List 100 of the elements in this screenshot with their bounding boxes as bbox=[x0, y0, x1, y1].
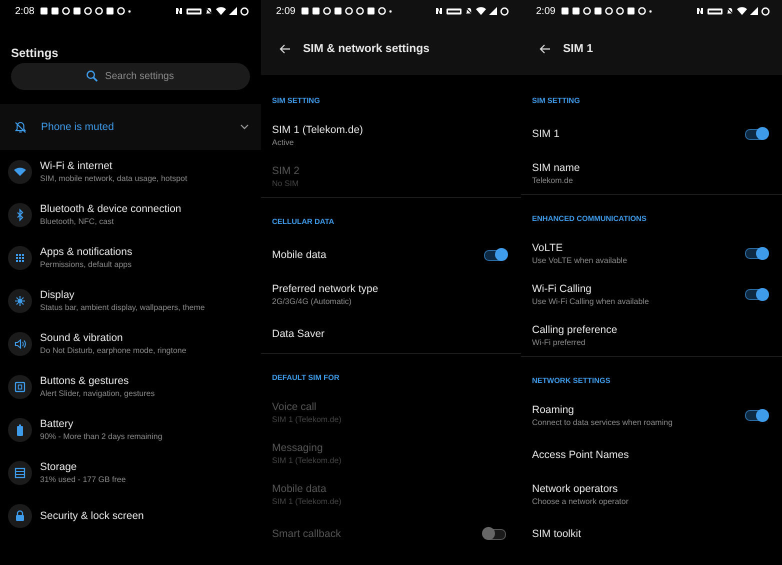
row-title: SIM 2 bbox=[272, 165, 300, 177]
row-title: SIM 1 (Telekom.de) bbox=[272, 124, 364, 136]
badge-icon bbox=[446, 8, 462, 14]
chevron-icon[interactable] bbox=[240, 124, 249, 130]
item-subtitle: Permissions, default apps bbox=[40, 260, 132, 269]
battery-ring-icon bbox=[500, 6, 509, 16]
row-subtitle: Choose a network operator bbox=[532, 497, 628, 506]
settings-row[interactable]: VoLTE Use VoLTE when available bbox=[521, 233, 782, 274]
settings-row[interactable]: Mobile data bbox=[261, 236, 521, 274]
row-subtitle: SIM 1 (Telekom.de) bbox=[272, 497, 342, 506]
wifi-icon bbox=[737, 7, 747, 15]
page-title: SIM 1 bbox=[563, 42, 594, 54]
toggle-switch[interactable] bbox=[745, 410, 767, 421]
row-subtitle: Active bbox=[272, 138, 295, 147]
item-subtitle: Bluetooth, NFC, cast bbox=[40, 217, 115, 226]
search-icon bbox=[86, 70, 98, 82]
settings-item[interactable]: Buttons & gestures Alert Slider, navigation, gestures bbox=[0, 365, 261, 408]
settings-row[interactable]: SIM 1 bbox=[521, 115, 782, 153]
back-icon[interactable] bbox=[539, 44, 551, 54]
nfc-icon bbox=[175, 7, 183, 15]
row-title: SIM 1 bbox=[532, 128, 560, 140]
settings-row[interactable]: Preferred network type 2G/3G/4G (Automatic) bbox=[261, 274, 521, 315]
row-title: Preferred network type bbox=[272, 283, 378, 295]
item-title: Wi-Fi & internet bbox=[40, 160, 114, 172]
page-title: SIM & network settings bbox=[303, 42, 430, 54]
row-title: Network operators bbox=[532, 483, 619, 495]
settings-item[interactable]: Bluetooth & device connection Bluetooth, NFC, cast bbox=[0, 193, 261, 236]
item-title: Display bbox=[40, 289, 76, 301]
settings-item[interactable]: Battery 90% - More than 2 days remaining bbox=[0, 408, 261, 451]
row-subtitle: Use VoLTE when available bbox=[532, 256, 628, 265]
status-time: 2:08 bbox=[15, 6, 34, 16]
item-title: Battery bbox=[40, 418, 74, 430]
item-title: Apps & notifications bbox=[40, 246, 132, 258]
row-title: Wi-Fi Calling bbox=[532, 283, 593, 295]
settings-item[interactable]: Security & lock screen bbox=[0, 494, 261, 537]
row-subtitle: Wi-Fi preferred bbox=[532, 338, 586, 347]
wifi-icon bbox=[216, 7, 226, 15]
dot-icon bbox=[389, 10, 392, 12]
speaker-icon bbox=[8, 332, 32, 356]
row-title: Roaming bbox=[532, 404, 576, 416]
row-title: VoLTE bbox=[532, 242, 564, 254]
item-title: Sound & vibration bbox=[40, 332, 124, 344]
settings-row[interactable]: Access Point Names bbox=[521, 436, 782, 474]
settings-row[interactable]: SIM 1 (Telekom.de) Active bbox=[261, 115, 521, 156]
settings-row[interactable]: Calling preference Wi-Fi preferred bbox=[521, 315, 782, 356]
lock-icon bbox=[8, 504, 32, 528]
settings-row[interactable]: Roaming Connect to data services when roaming bbox=[521, 395, 782, 436]
sun-icon bbox=[8, 288, 32, 312]
bell-off-icon bbox=[205, 7, 213, 15]
badge-icon bbox=[707, 8, 723, 14]
muted-banner[interactable]: Phone is muted bbox=[0, 104, 261, 150]
row-title: Smart callback bbox=[272, 528, 341, 540]
grid-icon bbox=[8, 246, 32, 270]
dot-icon bbox=[128, 10, 132, 12]
search-field[interactable]: Search settings bbox=[11, 63, 250, 90]
row-title: Mobile data bbox=[272, 483, 328, 495]
battery-ring-icon bbox=[240, 6, 249, 16]
wifi-icon bbox=[8, 160, 32, 184]
settings-item[interactable]: Display Status bar, ambient display, wallpapers, theme bbox=[0, 279, 261, 322]
badge-icon bbox=[186, 8, 202, 14]
back-icon[interactable] bbox=[279, 44, 291, 54]
row-title: Messaging bbox=[272, 442, 324, 454]
wifi-icon bbox=[476, 7, 486, 15]
settings-row[interactable]: Wi-Fi Calling Use Wi-Fi Calling when available bbox=[521, 274, 782, 315]
settings-row[interactable]: SIM name Telekom.de bbox=[521, 153, 782, 194]
settings-item[interactable]: Storage 31% used - 177 GB free bbox=[0, 451, 261, 494]
row-title: Calling preference bbox=[532, 324, 618, 336]
toggle-switch[interactable] bbox=[745, 128, 767, 140]
item-title: Storage bbox=[40, 461, 78, 473]
item-title: Buttons & gestures bbox=[40, 375, 130, 387]
settings-row[interactable]: Data Saver bbox=[261, 315, 521, 353]
item-title: Bluetooth & device connection bbox=[40, 203, 182, 215]
row-subtitle: No SIM bbox=[272, 179, 300, 188]
stack-icon bbox=[8, 460, 32, 484]
settings-item[interactable]: Apps & notifications Permissions, default apps bbox=[0, 236, 261, 279]
battery-icon bbox=[8, 418, 32, 442]
settings-item[interactable]: Wi-Fi & internet SIM, mobile network, data usage, hotspot bbox=[0, 150, 261, 193]
toggle-switch[interactable] bbox=[745, 289, 767, 300]
signal-icon bbox=[750, 7, 758, 15]
row-subtitle: Telekom.de bbox=[532, 176, 574, 185]
row-title: Data Saver bbox=[272, 328, 325, 340]
item-title: Security & lock screen bbox=[40, 510, 144, 522]
nfc-icon bbox=[696, 7, 704, 15]
item-subtitle: Do Not Disturb, earphone mode, ringtone bbox=[40, 346, 186, 355]
row-title: Mobile data bbox=[272, 249, 326, 261]
battery-ring-icon bbox=[761, 6, 770, 16]
nfc-icon bbox=[435, 7, 443, 15]
item-subtitle: Status bar, ambient display, wallpapers, theme bbox=[40, 303, 205, 312]
bell-off-icon bbox=[14, 120, 27, 134]
item-subtitle: 90% - More than 2 days remaining bbox=[40, 432, 162, 441]
toggle-switch[interactable] bbox=[484, 250, 506, 260]
settings-row[interactable]: SIM toolkit bbox=[521, 515, 782, 553]
row-title: Access Point Names bbox=[532, 449, 629, 461]
settings-item[interactable]: Sound & vibration Do Not Disturb, earphone mode, ringtone bbox=[0, 322, 261, 365]
page-title: Settings bbox=[10, 45, 60, 62]
toggle-switch[interactable] bbox=[745, 248, 767, 259]
row-subtitle: SIM 1 (Telekom.de) bbox=[272, 415, 342, 424]
item-subtitle: SIM, mobile network, data usage, hotspot bbox=[40, 174, 188, 183]
row-subtitle: Use Wi-Fi Calling when available bbox=[532, 297, 649, 306]
settings-row[interactable]: Network operators Choose a network operator bbox=[521, 474, 782, 515]
